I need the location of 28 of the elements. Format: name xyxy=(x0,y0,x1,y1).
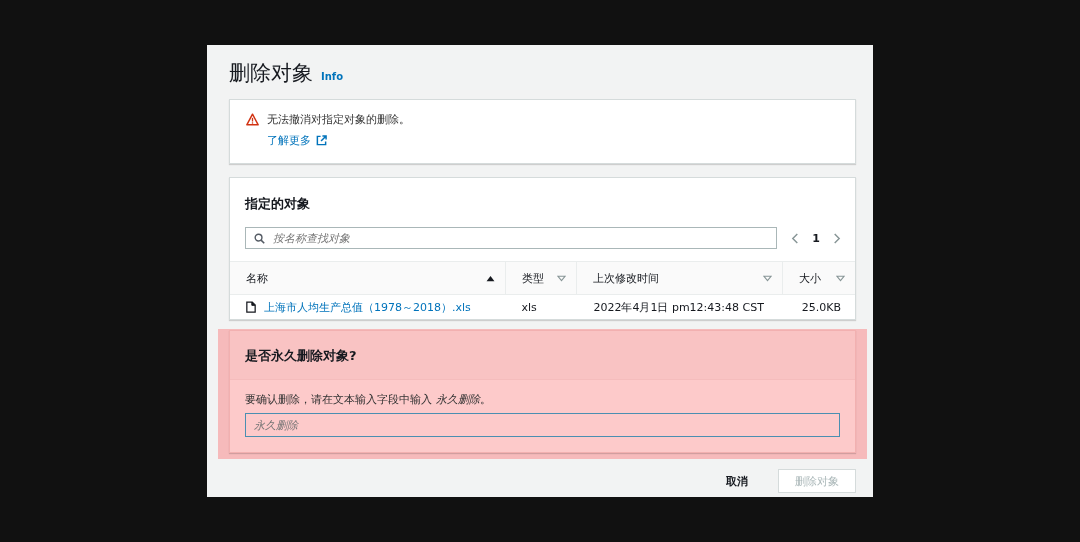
section-title: 指定的对象 xyxy=(243,195,311,213)
confirm-instruction: 要确认删除，请在文本输入字段中输入 永久删除。 xyxy=(245,392,492,407)
warning-icon xyxy=(246,113,259,126)
alert-message: 无法撤消对指定对象的删除。 xyxy=(267,112,410,127)
section-title: 是否永久删除对象? xyxy=(230,331,855,380)
sort-icon[interactable] xyxy=(763,274,773,282)
confirm-input-field[interactable]: 永久删除 xyxy=(245,413,840,437)
external-link-icon xyxy=(316,135,327,146)
table-cell: 25.0KB xyxy=(801,300,841,314)
sort-icon[interactable] xyxy=(836,274,845,282)
next-page-icon[interactable] xyxy=(832,231,841,245)
table-cell: 2022年4月1日 pm12:43:48 CST xyxy=(593,299,764,315)
sorted-ascending-icon[interactable] xyxy=(485,274,495,282)
column-header[interactable]: 大小 xyxy=(799,270,822,286)
page-number[interactable]: 1 xyxy=(812,231,820,245)
column-header[interactable]: 类型 xyxy=(521,270,544,286)
column-header[interactable]: 上次修改时间 xyxy=(593,270,660,286)
previous-page-icon[interactable] xyxy=(791,231,801,245)
file-link[interactable]: 上海市人均生产总值（1978～2018）.xls xyxy=(264,299,471,315)
sort-icon[interactable] xyxy=(557,274,567,282)
file-icon xyxy=(246,301,256,313)
table-cell: xls xyxy=(521,300,537,314)
info-link[interactable]: Info xyxy=(321,71,344,82)
dialog-title: 删除对象 xyxy=(229,60,313,87)
column-header[interactable]: 名称 xyxy=(246,270,268,286)
search-field[interactable]: 按名称查找对象 xyxy=(245,227,778,249)
learn-more-link[interactable]: 了解更多 xyxy=(267,133,327,148)
cancel-button[interactable]: 取消 xyxy=(710,469,764,493)
